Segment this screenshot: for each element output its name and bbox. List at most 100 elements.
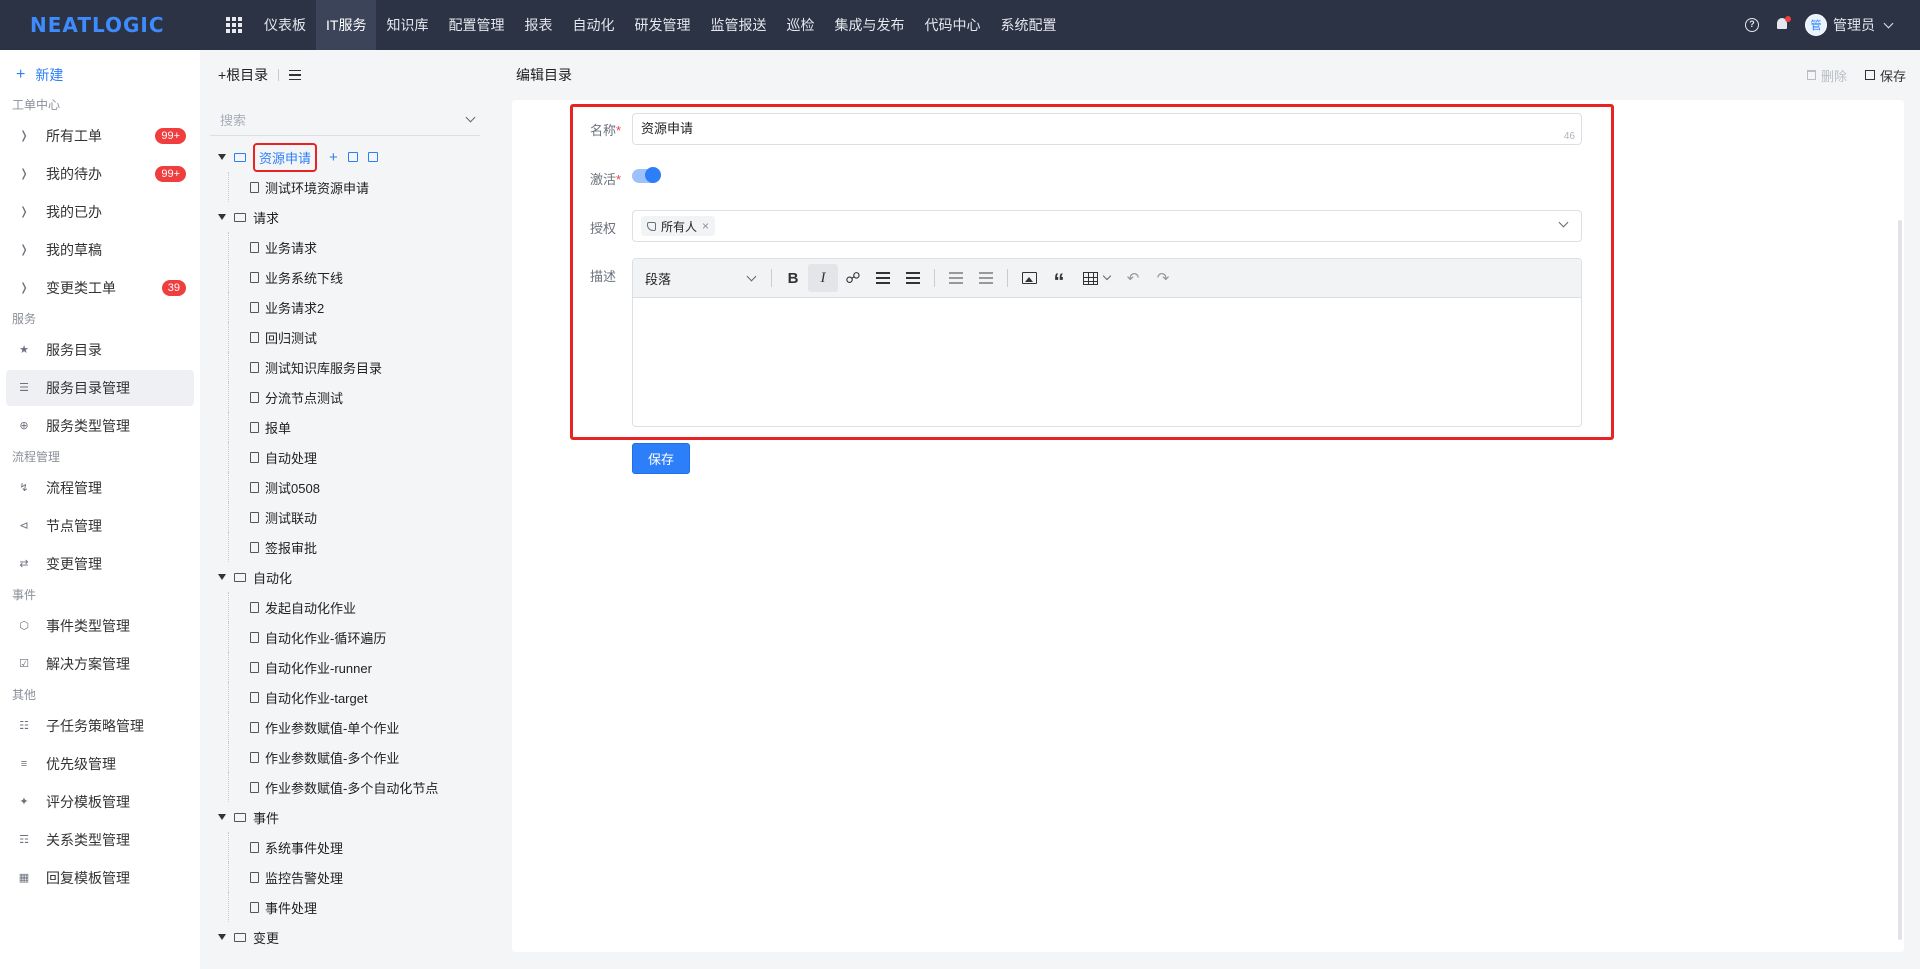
- name-input[interactable]: 资源申请 46: [632, 113, 1582, 145]
- caret-down-icon[interactable]: [218, 574, 226, 580]
- auth-select[interactable]: 所有人 ×: [632, 210, 1582, 242]
- sidebar-item[interactable]: ⬡ 事件类型管理: [6, 608, 194, 644]
- tree-folder-label[interactable]: 自动化: [253, 568, 292, 587]
- editor-content[interactable]: [633, 298, 1581, 426]
- italic-icon[interactable]: I: [808, 264, 838, 292]
- sidebar-item[interactable]: ☷ 子任务策略管理: [6, 708, 194, 744]
- nav-item[interactable]: 研发管理: [624, 0, 700, 50]
- tree-folder[interactable]: 请求: [200, 202, 490, 232]
- image-icon[interactable]: [1014, 264, 1044, 292]
- close-icon[interactable]: ×: [702, 219, 709, 233]
- sidebar-item[interactable]: ❭ 我的已办: [6, 194, 194, 230]
- tree-leaf[interactable]: 签报审批: [200, 532, 490, 562]
- tree-leaf[interactable]: 测试0508: [200, 472, 490, 502]
- tree-leaf[interactable]: 系统事件处理: [200, 832, 490, 862]
- active-toggle[interactable]: [632, 167, 661, 183]
- bullet-list-icon[interactable]: [868, 264, 898, 292]
- sidebar-item[interactable]: ☑ 解决方案管理: [6, 646, 194, 682]
- edit-icon[interactable]: [347, 152, 358, 162]
- tree-folder[interactable]: 事件: [200, 802, 490, 832]
- scrollbar[interactable]: [1898, 220, 1902, 940]
- sidebar-item[interactable]: ≡ 优先级管理: [6, 746, 194, 782]
- nav-item[interactable]: 自动化: [562, 0, 624, 50]
- tree-leaf[interactable]: 测试环境资源申请: [200, 172, 490, 202]
- nav-item[interactable]: IT服务: [316, 0, 377, 50]
- tree-leaf[interactable]: 自动处理: [200, 442, 490, 472]
- sidebar-item[interactable]: ★ 服务目录: [6, 332, 194, 368]
- tree-leaf[interactable]: 业务请求: [200, 232, 490, 262]
- paragraph-select[interactable]: 段落: [645, 269, 765, 288]
- tree-leaf[interactable]: 报单: [200, 412, 490, 442]
- tree-leaf[interactable]: 自动化作业-target: [200, 682, 490, 712]
- outdent-icon[interactable]: [941, 264, 971, 292]
- tree-folder[interactable]: 自动化: [200, 562, 490, 592]
- sidebar-item[interactable]: ⊕ 服务类型管理: [6, 408, 194, 444]
- redo-icon[interactable]: ↷: [1148, 264, 1178, 292]
- tree-leaf[interactable]: 作业参数赋值-多个作业: [200, 742, 490, 772]
- delete-button[interactable]: 删除: [1806, 66, 1847, 85]
- nav-item[interactable]: 集成与发布: [824, 0, 914, 50]
- sidebar-item[interactable]: ❭ 我的待办 99+: [6, 156, 194, 192]
- user-menu[interactable]: 管 管理员: [1805, 14, 1894, 36]
- tree-leaf[interactable]: 回归测试: [200, 322, 490, 352]
- sidebar-item[interactable]: ☶ 关系类型管理: [6, 822, 194, 858]
- tree-leaf[interactable]: 测试联动: [200, 502, 490, 532]
- tree-leaf[interactable]: 测试知识库服务目录: [200, 352, 490, 382]
- help-icon[interactable]: ?: [1745, 18, 1759, 32]
- tree-folder[interactable]: 资源申请 +: [200, 142, 490, 172]
- quote-icon[interactable]: “: [1044, 264, 1074, 294]
- indent-icon[interactable]: [971, 264, 1001, 292]
- tree-folder-label[interactable]: 变更: [253, 928, 279, 947]
- tree-folder-label[interactable]: 资源申请: [253, 142, 318, 172]
- save-button[interactable]: 保存: [632, 443, 690, 474]
- sidebar-item[interactable]: ❭ 所有工单 99+: [6, 118, 194, 154]
- table-icon[interactable]: [1074, 264, 1118, 292]
- nav-item[interactable]: 系统配置: [990, 0, 1066, 50]
- tree-leaf[interactable]: 业务系统下线: [200, 262, 490, 292]
- sidebar-item[interactable]: ❭ 我的草稿: [6, 232, 194, 268]
- caret-down-icon[interactable]: [218, 934, 226, 940]
- tree-leaf[interactable]: 自动化作业-runner: [200, 652, 490, 682]
- sidebar-item[interactable]: ✦ 评分模板管理: [6, 784, 194, 820]
- nav-item[interactable]: 代码中心: [914, 0, 990, 50]
- nav-item[interactable]: 报表: [514, 0, 562, 50]
- tree-folder-label[interactable]: 请求: [253, 208, 279, 227]
- caret-down-icon[interactable]: [218, 154, 226, 160]
- menu-icon[interactable]: [289, 70, 302, 80]
- new-button[interactable]: + 新建: [0, 58, 200, 92]
- nav-item[interactable]: 配置管理: [438, 0, 514, 50]
- sidebar-item[interactable]: ❭ 变更类工单 39: [6, 270, 194, 306]
- notification-bell-icon[interactable]: [1775, 16, 1791, 32]
- apps-grid-icon[interactable]: [214, 0, 254, 50]
- undo-icon[interactable]: ↶: [1118, 264, 1148, 292]
- tree-leaf[interactable]: 事件处理: [200, 892, 490, 922]
- tree-leaf[interactable]: 分流节点测试: [200, 382, 490, 412]
- add-root-button[interactable]: +根目录: [218, 65, 268, 85]
- tree-leaf[interactable]: 自动化作业-循环遍历: [200, 622, 490, 652]
- nav-item[interactable]: 巡检: [776, 0, 824, 50]
- tree-leaf[interactable]: 作业参数赋值-单个作业: [200, 712, 490, 742]
- nav-item[interactable]: 仪表板: [254, 0, 316, 50]
- caret-down-icon[interactable]: [218, 214, 226, 220]
- tree-leaf[interactable]: 监控告警处理: [200, 862, 490, 892]
- sidebar-item[interactable]: ↯ 流程管理: [6, 470, 194, 506]
- delete-icon[interactable]: [367, 152, 378, 162]
- tree-leaf[interactable]: 作业参数赋值-多个自动化节点: [200, 772, 490, 802]
- bold-icon[interactable]: B: [778, 264, 808, 292]
- sidebar-item[interactable]: ☰ 服务目录管理: [6, 370, 194, 406]
- link-icon[interactable]: ☍: [838, 264, 868, 292]
- tree-search-input[interactable]: 搜索: [210, 104, 480, 136]
- sidebar-item[interactable]: ⊲ 节点管理: [6, 508, 194, 544]
- header-save-button[interactable]: 保存: [1864, 66, 1906, 85]
- caret-down-icon[interactable]: [218, 814, 226, 820]
- numbered-list-icon[interactable]: [898, 264, 928, 292]
- sidebar-item[interactable]: ⇄ 变更管理: [6, 546, 194, 582]
- sidebar-item[interactable]: ▦ 回复模板管理: [6, 860, 194, 896]
- tree-folder-label[interactable]: 事件: [253, 808, 279, 827]
- tree-folder[interactable]: 变更: [200, 922, 490, 952]
- tree-leaf[interactable]: 发起自动化作业: [200, 592, 490, 622]
- nav-item[interactable]: 监管报送: [700, 0, 776, 50]
- app-logo[interactable]: NEATLOGIC: [0, 0, 200, 50]
- nav-item[interactable]: 知识库: [376, 0, 438, 50]
- add-child-icon[interactable]: +: [329, 149, 338, 166]
